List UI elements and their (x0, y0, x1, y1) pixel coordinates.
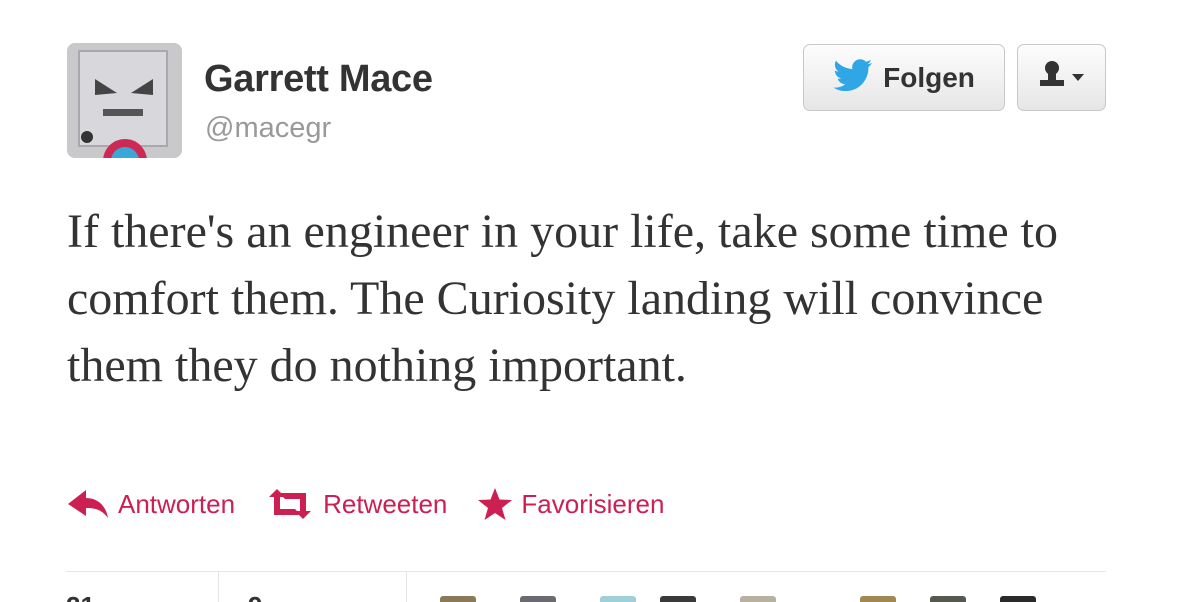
user-full-name[interactable]: Garrett Mace (204, 58, 433, 101)
retweet-action[interactable]: Retweeten (265, 489, 447, 520)
favoriter-avatar[interactable] (740, 596, 776, 602)
favoriter-avatar[interactable] (600, 596, 636, 602)
retweet-icon (265, 489, 315, 519)
robot-avatar-image (67, 43, 182, 158)
stats-separator (406, 572, 407, 602)
favoriter-avatar[interactable] (660, 596, 696, 602)
star-icon (477, 487, 513, 521)
follow-label: Folgen (883, 61, 975, 93)
follow-button[interactable]: Folgen (803, 44, 1005, 111)
favoriter-avatar[interactable] (930, 596, 966, 602)
stats-divider (66, 571, 1106, 572)
user-icon (1039, 59, 1065, 96)
retweet-label: Retweeten (323, 488, 448, 519)
twitter-bird-icon (833, 59, 873, 96)
reply-action[interactable]: Antworten (66, 488, 235, 520)
favorites-count[interactable]: 9 (248, 591, 262, 602)
favorite-action[interactable]: Favorisieren (477, 487, 664, 521)
reply-label: Antworten (118, 488, 236, 519)
avatar[interactable] (67, 43, 182, 158)
user-handle[interactable]: @macegr (205, 112, 331, 145)
retweets-count[interactable]: 21 (66, 591, 95, 602)
reply-arrow-icon (66, 488, 110, 520)
favorite-label: Favorisieren (521, 488, 665, 519)
favoriter-avatar[interactable] (1000, 596, 1036, 602)
stats-separator (218, 572, 219, 602)
user-actions-dropdown-button[interactable] (1017, 44, 1106, 111)
chevron-down-icon (1071, 69, 1085, 87)
favoriter-avatar[interactable] (860, 596, 896, 602)
favoriter-avatar[interactable] (440, 596, 476, 602)
favoriter-avatar[interactable] (520, 596, 556, 602)
tweet-text: If there's an engineer in your life, tak… (67, 205, 1058, 392)
tweet-card: Garrett Mace @macegr Folgen If there's a… (0, 0, 1200, 602)
tweet-actions: Antworten Retweeten Favorisieren (66, 484, 694, 524)
